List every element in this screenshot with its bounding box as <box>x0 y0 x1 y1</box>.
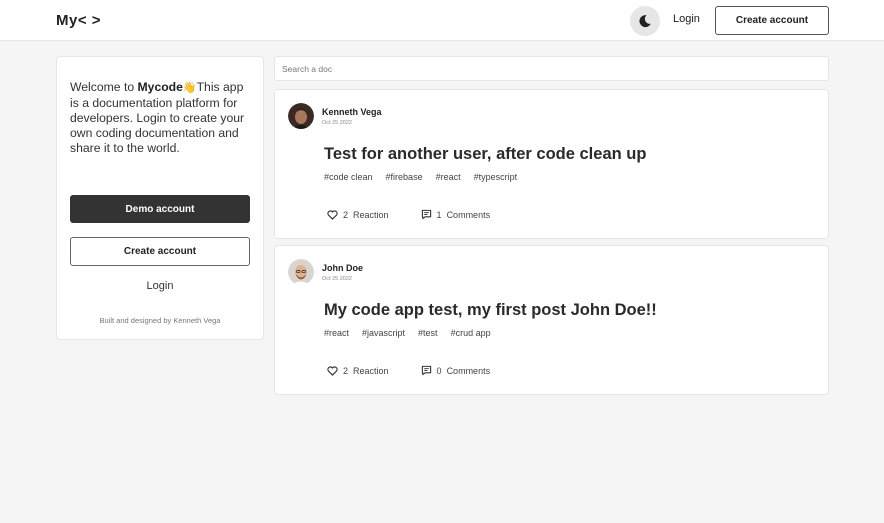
tag[interactable]: #react <box>324 328 349 338</box>
reaction-label: Reaction <box>353 209 389 220</box>
demo-account-button[interactable]: Demo account <box>70 195 250 223</box>
comment-count: 1 <box>436 209 442 220</box>
comment-icon <box>421 209 431 220</box>
post-tags: #react #javascript #test #crud app <box>324 328 491 338</box>
post-title[interactable]: Test for another user, after code clean … <box>324 145 646 164</box>
post-date: Oct 25 2022 <box>322 120 352 126</box>
post-tags: #code clean #firebase #react #typescript <box>324 172 517 182</box>
avatar-image <box>288 259 314 285</box>
wave-icon: 👋 <box>182 82 197 94</box>
brand-name: Mycode <box>137 80 183 94</box>
sidebar-create-account-button[interactable]: Create account <box>70 237 250 266</box>
reaction-count: 2 <box>343 365 349 376</box>
post-stats: 2 Reaction 0 Comments <box>327 365 490 376</box>
heart-icon <box>327 209 338 220</box>
top-navbar: My< > Login Create account <box>0 0 884 41</box>
welcome-prefix: Welcome to <box>70 80 138 94</box>
post-stats: 2 Reaction 1 Comments <box>327 209 490 220</box>
reaction-label: Reaction <box>353 365 389 376</box>
tag[interactable]: #test <box>418 328 438 338</box>
avatar[interactable] <box>288 103 314 129</box>
reaction-count: 2 <box>343 209 349 220</box>
tag[interactable]: #javascript <box>362 328 405 338</box>
comments-button[interactable]: 0 Comments <box>421 365 491 376</box>
sidebar-login-link[interactable]: Login <box>70 280 250 292</box>
reaction-button[interactable]: 2 Reaction <box>327 366 389 376</box>
create-account-button[interactable]: Create account <box>715 6 829 35</box>
post-card[interactable]: John Doe Oct 25 2022 My code app test, m… <box>274 245 829 395</box>
welcome-text: Welcome to Mycode👋This app is a document… <box>70 80 255 156</box>
post-title[interactable]: My code app test, my first post John Doe… <box>324 301 657 320</box>
avatar-image <box>288 103 314 129</box>
post-card[interactable]: Kenneth Vega Oct 25 2022 Test for anothe… <box>274 89 829 239</box>
logo[interactable]: My< > <box>56 12 101 29</box>
theme-toggle-button[interactable] <box>630 6 660 36</box>
post-date: Oct 25 2022 <box>322 276 352 282</box>
moon-icon <box>639 15 651 28</box>
comment-icon <box>421 365 431 376</box>
comment-count: 0 <box>436 365 442 376</box>
heart-icon <box>327 365 338 376</box>
comments-button[interactable]: 1 Comments <box>421 209 491 220</box>
post-author[interactable]: John Doe <box>322 263 363 273</box>
tag[interactable]: #react <box>436 172 461 182</box>
comment-label: Comments <box>446 365 491 376</box>
tag[interactable]: #code clean <box>324 172 373 182</box>
tag[interactable]: #firebase <box>386 172 423 182</box>
reaction-button[interactable]: 2 Reaction <box>327 210 389 220</box>
avatar[interactable] <box>288 259 314 285</box>
tag[interactable]: #crud app <box>451 328 491 338</box>
welcome-card: Welcome to Mycode👋This app is a document… <box>56 56 264 340</box>
search-input[interactable] <box>274 56 829 81</box>
post-author[interactable]: Kenneth Vega <box>322 107 382 117</box>
credit-text: Built and designed by Kenneth Vega <box>99 316 221 325</box>
tag[interactable]: #typescript <box>474 172 518 182</box>
comment-label: Comments <box>446 209 491 220</box>
login-link[interactable]: Login <box>673 13 700 25</box>
